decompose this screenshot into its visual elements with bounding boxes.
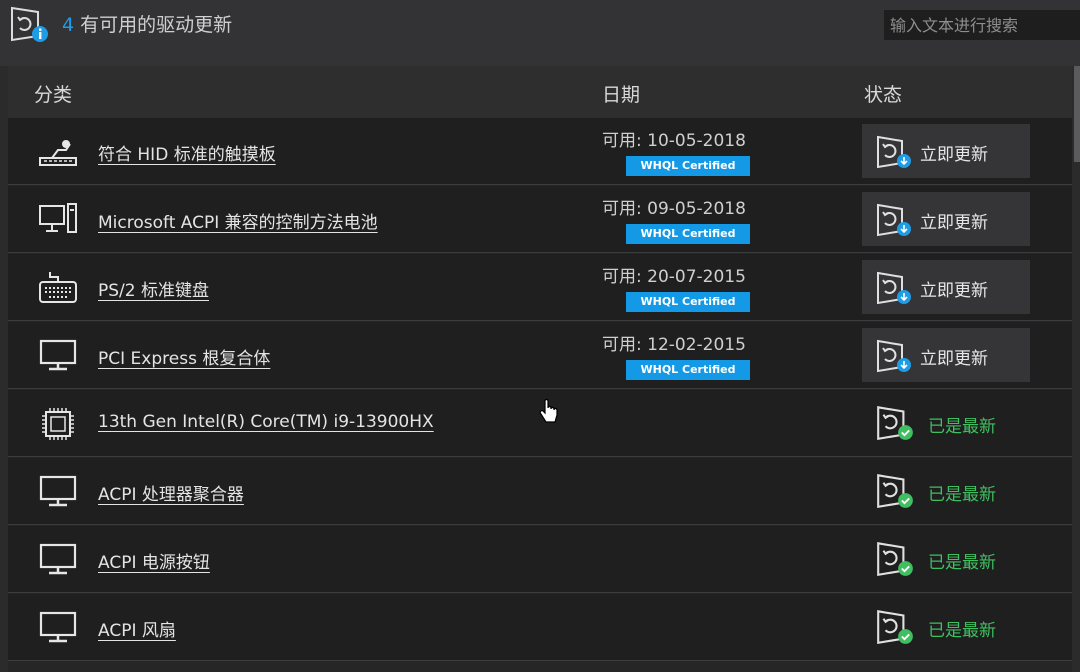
update-now-button[interactable]: 立即更新 <box>862 328 1030 382</box>
update-count: 4 <box>62 14 75 36</box>
top-bar: 4 有可用的驱动更新 <box>0 0 1080 66</box>
device-name-link[interactable]: Microsoft ACPI 兼容的控制方法电池 <box>98 208 378 233</box>
monitor-icon <box>39 611 77 643</box>
update-download-icon <box>877 203 911 237</box>
table-row: ACPI 电源按钮 已是最新 <box>8 526 1072 593</box>
update-now-button[interactable]: 立即更新 <box>862 192 1030 246</box>
driver-table: 分类 日期 状态 符合 HID 标准的触摸板 可用: 10-05-2018 WHQL… <box>8 66 1072 672</box>
update-now-label: 立即更新 <box>920 145 988 165</box>
column-header-status: 状态 <box>864 84 903 106</box>
update-download-icon <box>877 339 911 373</box>
up-to-date-check-icon <box>877 474 913 509</box>
up-to-date-status: 已是最新 <box>928 485 996 505</box>
update-download-icon <box>877 271 911 305</box>
driver-update-icon <box>11 6 48 42</box>
whql-badge: WHQL Certified <box>626 224 750 244</box>
available-date: 可用: 12-02-2015 <box>602 335 746 355</box>
device-name-link[interactable]: ACPI 电源按钮 <box>98 548 210 573</box>
scrollbar[interactable] <box>1074 66 1080 162</box>
update-now-label: 立即更新 <box>920 349 988 369</box>
monitor-icon <box>39 543 77 575</box>
device-name-link[interactable]: PCI Express 根复合体 <box>98 344 270 369</box>
monitor-icon <box>39 475 77 507</box>
table-header: 分类 日期 状态 <box>8 66 1072 118</box>
update-download-icon <box>877 135 911 169</box>
device-name-link[interactable]: 13th Gen Intel(R) Core(TM) i9-13900HX <box>98 412 434 432</box>
column-header-category: 分类 <box>34 84 73 106</box>
computer-tower-icon <box>39 203 77 233</box>
device-name-link[interactable]: 符合 HID 标准的触摸板 <box>98 140 276 165</box>
search-input[interactable] <box>884 10 1080 40</box>
mouse-cursor-icon <box>539 398 558 423</box>
up-to-date-status: 已是最新 <box>928 553 996 573</box>
up-to-date-status: 已是最新 <box>928 621 996 641</box>
title-text: 有可用的驱动更新 <box>80 14 233 36</box>
keyboard-icon <box>39 272 77 303</box>
device-name-link[interactable]: PS/2 标准键盘 <box>98 276 209 301</box>
up-to-date-check-icon <box>877 610 913 645</box>
page-title: 4 有可用的驱动更新 <box>62 10 232 37</box>
table-row: Microsoft ACPI 兼容的控制方法电池 可用: 09-05-2018 WH… <box>8 186 1072 253</box>
update-now-button[interactable]: 立即更新 <box>862 124 1030 178</box>
table-row: ACPI 风扇 已是最新 <box>8 594 1072 661</box>
table-row: PCI Express 根复合体 可用: 12-02-2015 WHQL Certi… <box>8 322 1072 389</box>
table-row: ACPI 处理器聚合器 已是最新 <box>8 458 1072 525</box>
touchpad-icon <box>39 140 77 166</box>
update-now-button[interactable]: 立即更新 <box>862 260 1030 314</box>
device-name-link[interactable]: ACPI 风扇 <box>98 616 176 641</box>
update-now-label: 立即更新 <box>920 281 988 301</box>
device-name-link[interactable]: ACPI 处理器聚合器 <box>98 480 244 505</box>
table-row: PS/2 标准键盘 可用: 20-07-2015 WHQL Certified 立即更… <box>8 254 1072 321</box>
whql-badge: WHQL Certified <box>626 360 750 380</box>
monitor-icon <box>39 339 77 371</box>
column-header-date: 日期 <box>602 84 641 106</box>
whql-badge: WHQL Certified <box>626 156 750 176</box>
whql-badge: WHQL Certified <box>626 292 750 312</box>
available-date: 可用: 10-05-2018 <box>602 131 746 151</box>
table-row: 符合 HID 标准的触摸板 可用: 10-05-2018 WHQL Certifie… <box>8 118 1072 185</box>
up-to-date-check-icon <box>877 542 913 577</box>
cpu-chip-icon <box>42 408 74 440</box>
available-date: 可用: 20-07-2015 <box>602 267 746 287</box>
update-now-label: 立即更新 <box>920 213 988 233</box>
available-date: 可用: 09-05-2018 <box>602 199 746 219</box>
up-to-date-status: 已是最新 <box>928 417 996 437</box>
up-to-date-check-icon <box>877 406 913 441</box>
